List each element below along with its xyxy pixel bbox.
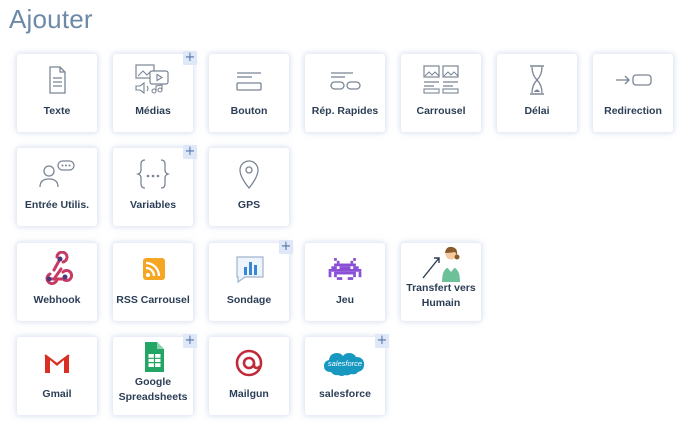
block-rep-rapides-button[interactable]: Rép. Rapides [305, 54, 385, 132]
salesforce-icon: salesforce [305, 345, 385, 381]
add-plus-icon[interactable]: + [183, 145, 197, 159]
mailgun-icon [209, 345, 289, 381]
block-label: Carrousel [416, 105, 466, 117]
block-mailgun-button[interactable]: Mailgun [209, 337, 289, 415]
block-label: Sondage [226, 294, 272, 306]
block-label: Redirection [604, 105, 662, 117]
rss-icon [113, 251, 193, 287]
hourglass-icon [497, 62, 577, 98]
block-label: salesforce [319, 388, 371, 400]
text-icon [17, 62, 97, 98]
block-label: Mailgun [229, 388, 269, 400]
block-jeu-button[interactable]: Jeu [305, 243, 385, 321]
media-icon [113, 62, 193, 98]
block-gmail-button[interactable]: Gmail [17, 337, 97, 415]
block-salesforce-button[interactable]: salesforce salesforce + [305, 334, 389, 415]
block-label: GPS [237, 199, 261, 211]
block-label: Gmail [42, 388, 72, 400]
gmail-icon [17, 345, 97, 381]
block-label: Google Spreadsheets [118, 376, 188, 403]
google-sheets-icon [113, 339, 193, 375]
button-icon [209, 62, 289, 98]
add-plus-icon[interactable]: + [183, 334, 197, 348]
block-label: Bouton [230, 105, 268, 117]
block-sondage-button[interactable]: Sondage + [209, 240, 293, 321]
block-delai-button[interactable]: Délai [497, 54, 577, 132]
block-label: Transfert vers Humain [406, 282, 476, 309]
carousel-icon [401, 62, 481, 98]
block-label: Médias [135, 105, 171, 117]
webhook-icon [17, 251, 97, 287]
block-grid: Texte Médias + Bouton Rép. Rapides Carrousel D… [0, 0, 694, 428]
human-agent-icon [401, 245, 481, 282]
salesforce-logo-text: salesforce [328, 359, 362, 368]
variables-icon [113, 156, 193, 192]
block-label: Délai [524, 105, 550, 117]
block-bouton-button[interactable]: Bouton [209, 54, 289, 132]
block-label: RSS Carrousel [116, 294, 190, 306]
block-label: Jeu [335, 294, 355, 306]
block-redirection-button[interactable]: Redirection [593, 54, 673, 132]
block-gps-button[interactable]: GPS [209, 148, 289, 226]
block-medias-button[interactable]: Médias + [113, 51, 197, 132]
block-label: Rép. Rapides [311, 105, 379, 117]
block-texte-button[interactable]: Texte [17, 54, 97, 132]
block-transfert-vers-humain-button[interactable]: Transfert vers Humain [401, 243, 481, 321]
block-google-spreadsheets-button[interactable]: Google Spreadsheets + [113, 334, 197, 415]
add-plus-icon[interactable]: + [279, 240, 293, 254]
block-label: Variables [129, 199, 177, 211]
location-pin-icon [209, 156, 289, 192]
block-variables-button[interactable]: Variables + [113, 145, 197, 226]
block-carrousel-button[interactable]: Carrousel [401, 54, 481, 132]
block-entree-utilis-button[interactable]: Entrée Utilis. [17, 148, 97, 226]
quick-replies-icon [305, 62, 385, 98]
user-input-icon [17, 156, 97, 192]
block-label: Webhook [33, 294, 81, 306]
block-label: Texte [43, 105, 71, 117]
block-rss-carrousel-button[interactable]: RSS Carrousel [113, 243, 193, 321]
space-invader-icon [305, 251, 385, 287]
block-webhook-button[interactable]: Webhook [17, 243, 97, 321]
poll-icon [209, 251, 289, 287]
redirect-icon [593, 62, 673, 98]
block-label: Entrée Utilis. [24, 199, 90, 211]
add-plus-icon[interactable]: + [183, 51, 197, 65]
add-plus-icon[interactable]: + [375, 334, 389, 348]
